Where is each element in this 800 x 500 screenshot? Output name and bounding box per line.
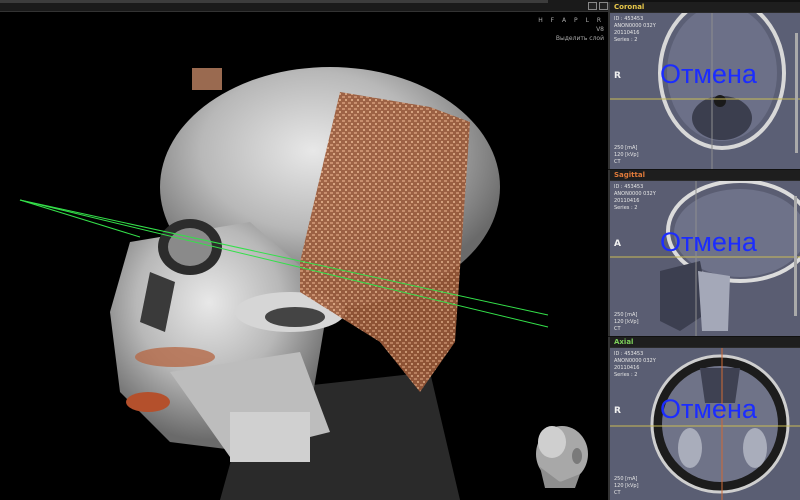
sagittal-title[interactable]: Sagittal [610,170,800,181]
window-controls [588,2,608,10]
sagittal-kv: 120 [kVp] [614,319,639,325]
title-bar [0,0,548,3]
overlay-line-3: Выделить слой [555,35,604,42]
axial-modality: CT [614,490,621,496]
axial-title[interactable]: Axial [610,337,800,348]
axial-params: 250 [mA] 120 [kVp] CT [614,476,639,497]
mpr-panels: Coronal ID : 453453 ANON0000 032Y 201104… [608,0,800,500]
axial-kv: 120 [kVp] [614,483,639,489]
axial-orient: R [614,406,621,416]
axial-info: ID : 453453 ANON0000 032Y 20110416 Serie… [614,351,656,379]
volume-render-viewport[interactable]: H F A P L R V8 Выделить слой [0,12,608,500]
sagittal-date: 20110416 [614,198,640,204]
coronal-orient: R [614,71,621,81]
axial-ma: 250 [mA] [614,476,638,482]
axial-cancel-label[interactable]: Отмена [660,394,757,425]
coronal-info: ID : 453453 ANON0000 032Y 20110416 Serie… [614,16,656,44]
axial-panel[interactable]: Axial ID : 453453 ANON0000 032Y 20110416… [608,337,800,500]
axial-date: 20110416 [614,365,640,371]
coronal-kv: 120 [kVp] [614,152,639,158]
sagittal-panel[interactable]: Sagittal ID : 453453 ANON0000 032Y 20110… [608,170,800,336]
overlay-line-2: V8 [596,26,604,33]
coronal-title[interactable]: Coronal [610,2,800,13]
skull-render [19,67,588,500]
coronal-image[interactable]: ID : 453453 ANON0000 032Y 20110416 Serie… [610,13,800,169]
sagittal-info: ID : 453453 ANON0000 032Y 20110416 Serie… [614,184,656,212]
axial-accession: ANON0000 032Y [614,358,656,364]
axial-id: ID : 453453 [614,351,644,357]
sagittal-id: ID : 453453 [614,184,644,190]
sagittal-cancel-label[interactable]: Отмена [660,227,757,258]
orientation-labels: H F A P L R [538,17,604,24]
sagittal-accession: ANON0000 032Y [614,191,656,197]
sagittal-series: Series : 2 [614,205,638,211]
coronal-panel[interactable]: Coronal ID : 453453 ANON0000 032Y 201104… [608,2,800,169]
sagittal-params: 250 [mA] 120 [kVp] CT [614,312,639,333]
window-close-icon[interactable] [599,2,608,10]
coronal-modality: CT [614,159,621,165]
coronal-date: 20110416 [614,30,640,36]
coronal-cancel-label[interactable]: Отмена [660,59,757,90]
sagittal-ma: 250 [mA] [614,312,638,318]
coronal-ma: 250 [mA] [614,145,638,151]
coronal-accession: ANON0000 032Y [614,23,656,29]
axial-series: Series : 2 [614,372,638,378]
volume-render-overlay: H F A P L R V8 Выделить слой [538,16,604,43]
sagittal-image[interactable]: ID : 453453 ANON0000 032Y 20110416 Serie… [610,181,800,336]
sagittal-modality: CT [614,326,621,332]
coronal-id: ID : 453453 [614,16,644,22]
coronal-series: Series : 2 [614,37,638,43]
sagittal-orient: A [614,239,621,249]
axial-image[interactable]: ID : 453453 ANON0000 032Y 20110416 Serie… [610,348,800,500]
coronal-params: 250 [mA] 120 [kVp] CT [614,145,639,166]
head-orientation-icon[interactable] [536,426,588,488]
window-restore-icon[interactable] [588,2,597,10]
